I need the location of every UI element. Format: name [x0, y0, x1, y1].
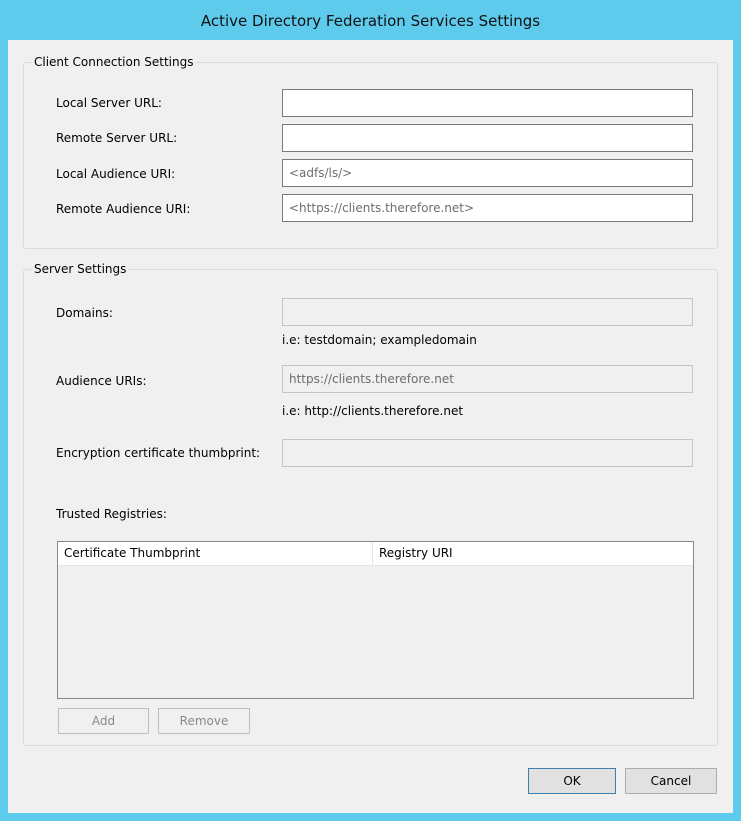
domains-hint: i.e: testdomain; exampledomain	[282, 333, 477, 347]
server-settings-title: Server Settings	[32, 261, 129, 277]
local-audience-uri-label: Local Audience URI:	[56, 167, 176, 181]
remove-button[interactable]: Remove	[158, 708, 250, 734]
column-registry-uri[interactable]: Registry URI	[372, 542, 692, 565]
remote-server-url-label: Remote Server URL:	[56, 131, 178, 145]
remote-server-url-input[interactable]	[282, 124, 693, 152]
remote-audience-uri-label: Remote Audience URI:	[56, 202, 191, 216]
add-button[interactable]: Add	[58, 708, 149, 734]
trusted-registries-label: Trusted Registries:	[56, 507, 167, 521]
domains-label: Domains:	[56, 306, 113, 320]
window-title: Active Directory Federation Services Set…	[200, 12, 541, 30]
ok-button[interactable]: OK	[528, 768, 616, 794]
local-server-url-input[interactable]	[282, 89, 693, 117]
server-settings-group: Server Settings Domains: i.e: testdomain…	[23, 261, 718, 746]
remote-audience-uri-input[interactable]: <https://clients.therefore.net>	[282, 194, 693, 222]
audience-uris-label: Audience URIs:	[56, 374, 147, 388]
local-audience-uri-input[interactable]: <adfs/ls/>	[282, 159, 693, 187]
trusted-registries-list[interactable]: Certificate Thumbprint Registry URI	[57, 541, 694, 699]
client-connection-group: Client Connection Settings Local Server …	[23, 54, 718, 249]
cancel-button[interactable]: Cancel	[625, 768, 717, 794]
list-header: Certificate Thumbprint Registry URI	[58, 542, 693, 566]
audience-uris-hint: i.e: http://clients.therefore.net	[282, 404, 464, 418]
local-server-url-label: Local Server URL:	[56, 96, 162, 110]
dialog-window: Active Directory Federation Services Set…	[0, 0, 741, 821]
domains-input[interactable]	[282, 298, 693, 326]
dialog-client-area: Client Connection Settings Local Server …	[8, 40, 733, 813]
encryption-cert-label: Encryption certificate thumbprint:	[56, 446, 261, 460]
client-connection-title: Client Connection Settings	[32, 54, 196, 70]
column-certificate-thumbprint[interactable]: Certificate Thumbprint	[58, 542, 372, 565]
audience-uris-input[interactable]: https://clients.therefore.net	[282, 365, 693, 393]
encryption-cert-input[interactable]	[282, 439, 693, 467]
